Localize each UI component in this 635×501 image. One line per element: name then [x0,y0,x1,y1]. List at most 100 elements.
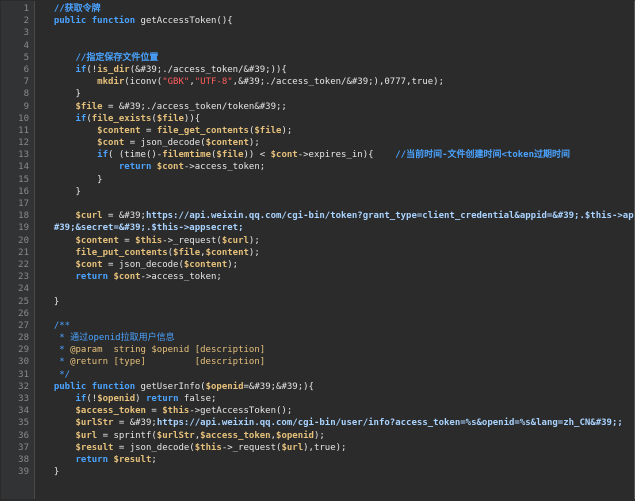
code-token: $cont [156,162,184,173]
code-text: if(!is_dir(&#39;./access_token/&#39;)){ [33,64,634,76]
code-editor[interactable]: 1 //获取令牌 2 public function getAccessToken… [1,1,635,499]
code-text: $content = file_get_contents($file); [33,125,634,137]
code-token: $cont [270,150,298,161]
line-number: 35 [18,418,29,429]
code-line[interactable]: 17 [1,198,634,210]
code-token: (&#39;./access_token/&#39;)){ [129,64,287,75]
line-number: 12 [18,138,29,149]
code-line[interactable]: 8 } [1,88,634,100]
code-token: } [43,89,81,100]
code-token: ( (time()- [108,150,163,161]
code-line[interactable]: 12 $cont = json_decode($content); [1,137,634,149]
code-line[interactable]: 22 $cont = json_decode($content); [1,259,634,271]
code-text: $cont = json_decode($content); [33,259,634,271]
code-token: $access_token [43,406,146,417]
code-line[interactable]: 25 } [1,296,634,308]
code-line[interactable]: 35 $urlStr = &#39;https://api.weixin.qq.… [1,417,634,429]
code-line[interactable]: 34 $access_token = $this->getAccessToken… [1,405,634,417]
code-line[interactable]: 7 mkdir(iconv("GBK","UTF-8",&#39;./acces… [1,76,634,88]
code-line[interactable]: 6 if(!is_dir(&#39;./access_token/&#39;))… [1,64,634,76]
code-token: ->access_token; [183,162,266,173]
code-token: $cont [43,138,125,149]
code-text: return $result; [33,454,634,466]
code-token: is_dir [97,64,130,75]
code-token: $file [216,150,244,161]
code-text: return $cont->access_token; [33,271,634,283]
code-token: filemtime [162,150,211,161]
code-token: ); [248,138,260,149]
code-token: public function [43,381,141,392]
line-number: 37 [18,442,29,453]
code-line[interactable]: 2 public function getAccessToken(){ [1,15,634,27]
code-token: $this [194,442,222,453]
line-number: 23 [18,272,29,283]
code-token: ),true); [303,442,347,453]
code-line[interactable]: 18 $curl = &#39;https://api.weixin.qq.co… [1,210,634,222]
code-line[interactable]: 16 } [1,186,634,198]
code-token: mkdir [43,77,125,88]
code-token: ); [248,247,260,258]
code-text: } [33,466,634,478]
code-line[interactable]: 13 if( (time()-filemtime($file)) < $cont… [1,149,634,161]
code-token: = &#39; [113,418,157,429]
line-number: 1 [23,4,29,14]
code-line[interactable]: 10 if(file_exists($file)){ [1,113,634,125]
code-token: getUserInfo( [140,381,206,392]
code-line[interactable]: 31 */ [1,369,634,381]
code-line[interactable]: 24 [1,283,634,295]
code-line[interactable]: 38 return $result; [1,454,634,466]
code-token: $url [43,430,98,441]
code-text: mkdir(iconv("GBK","UTF-8",&#39;./access_… [33,76,634,88]
code-line[interactable]: 20 $content = $this->_request($curl); [1,235,634,247]
line-number: 2 [23,16,29,27]
line-number: 38 [18,454,29,465]
code-text: $urlStr = &#39;https://api.weixin.qq.com… [33,417,634,429]
code-token: $file [173,247,201,258]
code-token: $cont [113,272,141,283]
code-line[interactable]: 1 //获取令牌 [1,3,634,15]
code-line[interactable]: 3 [1,27,634,39]
code-line[interactable]: 36 $url = sprintf($urlStr,$access_token,… [1,430,634,442]
code-line[interactable]: 19 #39;&secret=&#39;.$this->appsecret; [1,222,634,234]
line-number: 36 [18,430,29,441]
code-token: } [43,296,60,307]
code-token: https://api.weixin.qq.com/cgi-bin/token?… [145,211,634,222]
code-line[interactable]: 14 return $cont->access_token; [1,161,634,173]
code-text: $curl = &#39;https://api.weixin.qq.com/c… [33,210,635,222]
code-text: */ [33,369,634,381]
code-token: } [43,467,60,478]
code-line[interactable]: 30 * @return [type] [description] [1,356,634,368]
code-token: return [145,394,184,404]
line-number: 10 [18,113,29,124]
code-line[interactable]: 4 [1,40,634,52]
code-line[interactable]: 33 if(!$openid) return false; [1,393,634,405]
code-line[interactable]: 11 $content = file_get_contents($file); [1,125,634,137]
code-token: * [43,345,71,356]
code-area[interactable]: 1 //获取令牌 2 public function getAccessToken… [1,3,634,478]
code-token: //获取令牌 [43,4,101,14]
code-text: if(file_exists($file)){ [33,113,634,125]
code-line[interactable]: 32 public function getUserInfo($openid=&… [1,381,634,393]
code-line[interactable]: 5 //指定保存文件位置 [1,52,634,64]
code-token: ); [248,235,260,246]
code-line[interactable]: 28 * 通过openid拉取用户信息 [1,332,634,344]
line-number: 11 [18,125,29,136]
code-line[interactable]: 37 $result = json_decode($this->_request… [1,442,634,454]
code-token: = &#39; [102,211,146,222]
line-number: 19 [18,223,29,234]
code-line[interactable]: 39 } [1,466,634,478]
code-line[interactable]: 27 /** [1,320,634,332]
code-token: $access_token [200,430,271,441]
code-token: #39;&secret=&#39;.$this->appsecret; [43,223,244,234]
code-line[interactable]: 9 $file = &#39;./access_token/token&#39;… [1,101,634,113]
code-token: return [43,454,114,465]
code-text: } [33,174,634,186]
code-token: "GBK" [162,77,190,88]
code-line[interactable]: 15 } [1,174,634,186]
code-token: if [43,64,87,75]
code-line[interactable]: 26 [1,308,634,320]
code-line[interactable]: 29 * @param string $openid [description] [1,344,634,356]
code-line[interactable]: 21 file_put_contents($file,$content); [1,247,634,259]
code-line[interactable]: 23 return $cont->access_token; [1,271,634,283]
